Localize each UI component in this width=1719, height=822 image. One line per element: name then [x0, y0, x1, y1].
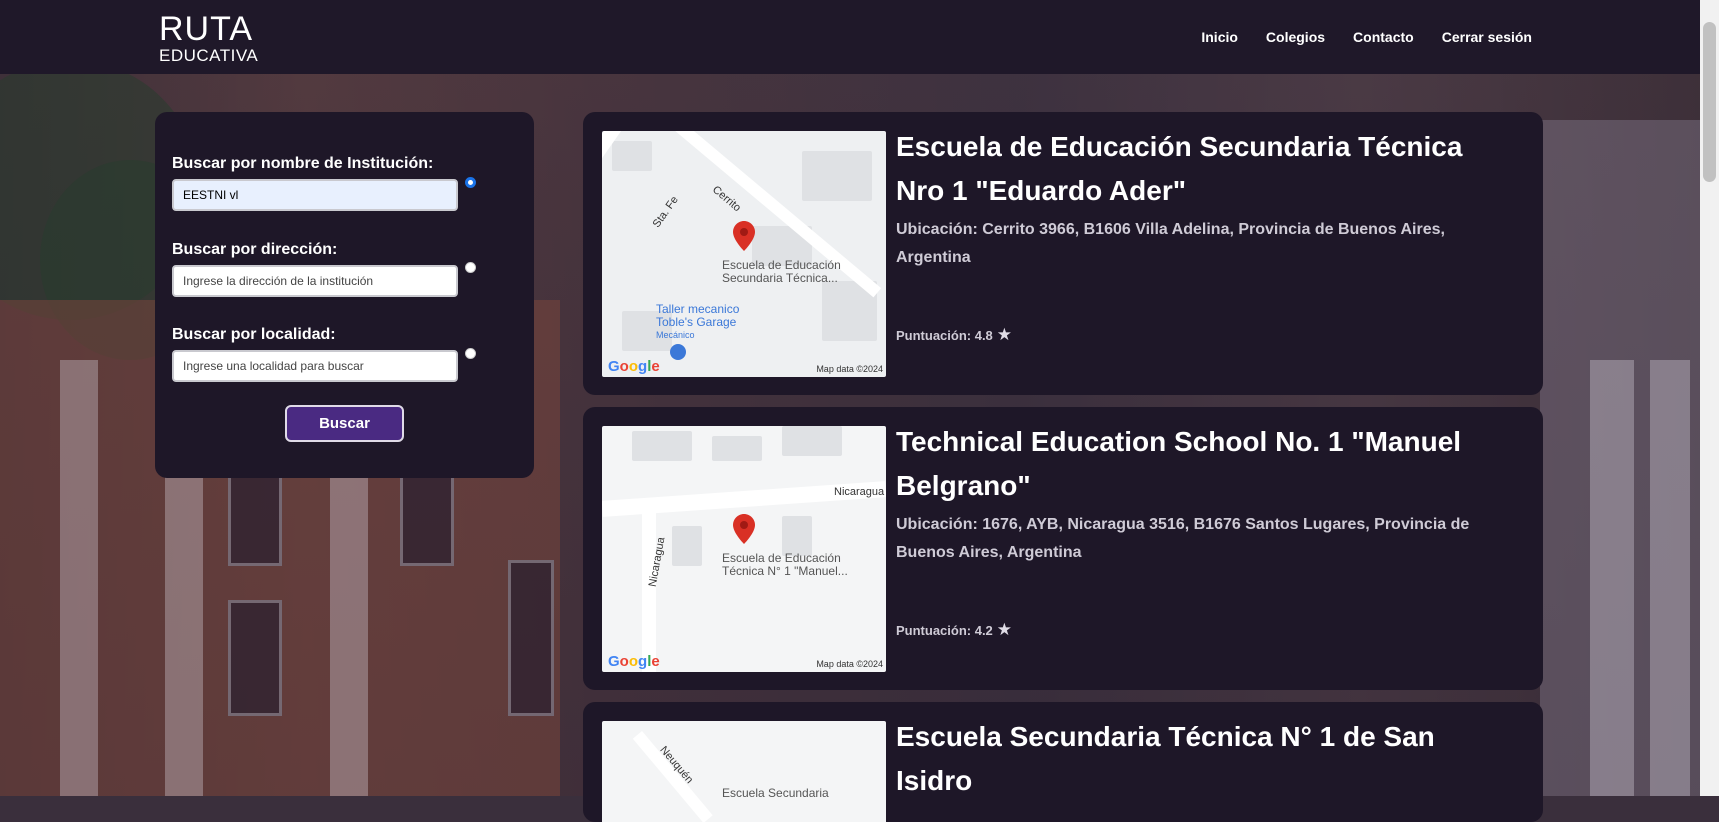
- address-search-radio[interactable]: [465, 262, 476, 273]
- result-card: Nicaragua Nicaragua Escuela de Educación…: [583, 407, 1543, 690]
- address-search-input[interactable]: [172, 265, 458, 297]
- result-score: Puntuación: 4.2 ★: [896, 620, 1013, 639]
- map-pin-icon: [733, 514, 755, 544]
- top-navbar: RUTA EDUCATIVA Inicio Colegios Contacto …: [0, 0, 1700, 74]
- name-search-input[interactable]: [172, 179, 458, 211]
- google-logo: Google: [608, 653, 660, 670]
- map-data-credit: Map data ©2024: [816, 659, 883, 669]
- result-score: Puntuación: 4.8 ★: [896, 325, 1013, 344]
- nav-inicio[interactable]: Inicio: [1201, 29, 1238, 45]
- result-card: Sta. Fe Cerrito Escuela de Educación Sec…: [583, 112, 1543, 395]
- locality-search-input[interactable]: [172, 350, 458, 382]
- locality-search-radio[interactable]: [465, 348, 476, 359]
- map-street-label: Nicaragua: [834, 486, 885, 498]
- mechanic-icon: [670, 344, 686, 360]
- result-address: Ubicación: 1676, AYB, Nicaragua 3516, B1…: [896, 516, 1470, 561]
- map-street-label: Sta. Fe: [650, 194, 681, 230]
- name-search-radio[interactable]: [465, 177, 476, 188]
- locality-search-label: Buscar por localidad:: [172, 326, 336, 343]
- page-scrollbar[interactable]: [1700, 0, 1719, 796]
- map-pin-icon: [733, 221, 755, 251]
- map-street-label: Cerrito: [710, 183, 744, 215]
- nav-cerrar-sesion[interactable]: Cerrar sesión: [1442, 29, 1532, 45]
- result-title[interactable]: Escuela Secundaria Técnica N° 1 de San I…: [896, 715, 1516, 803]
- star-icon: ★: [996, 620, 1013, 639]
- star-icon: ★: [996, 325, 1013, 344]
- search-panel: Buscar por nombre de Institución: Buscar…: [155, 112, 534, 478]
- map-pin-label: Escuela de Educación Técnica N° 1 "Manue…: [722, 551, 848, 578]
- brand-logo[interactable]: RUTA EDUCATIVA: [159, 12, 258, 64]
- map-pin-label: Escuela de Educación Secundaria Técnica.…: [722, 258, 841, 285]
- search-button[interactable]: Buscar: [285, 405, 404, 442]
- map-poi-label: Taller mecanico Toble's Garage Mecánico: [656, 302, 740, 341]
- name-search-label: Buscar por nombre de Institución:: [172, 155, 434, 172]
- map-thumbnail[interactable]: Sta. Fe Cerrito Escuela de Educación Sec…: [602, 131, 886, 377]
- result-title[interactable]: Technical Education School No. 1 "Manuel…: [896, 420, 1516, 508]
- google-logo: Google: [608, 358, 660, 375]
- address-search-label: Buscar por dirección:: [172, 241, 338, 258]
- brand-line1: RUTA: [159, 10, 254, 48]
- map-thumbnail[interactable]: Nicaragua Nicaragua Escuela de Educación…: [602, 426, 886, 672]
- brand-line2: EDUCATIVA: [159, 46, 259, 65]
- result-title[interactable]: Escuela de Educación Secundaria Técnica …: [896, 125, 1516, 213]
- map-pin-label: Escuela Secundaria: [722, 786, 829, 800]
- main-nav: Inicio Colegios Contacto Cerrar sesión: [1201, 0, 1700, 74]
- scrollbar-thumb[interactable]: [1703, 22, 1716, 182]
- map-thumbnail[interactable]: Neuquén Escuela Secundaria: [602, 721, 886, 822]
- nav-colegios[interactable]: Colegios: [1266, 29, 1325, 45]
- result-card: Neuquén Escuela Secundaria Escuela Secun…: [583, 702, 1543, 822]
- result-address: Ubicación: Cerrito 3966, B1606 Villa Ade…: [896, 221, 1445, 266]
- map-data-credit: Map data ©2024: [816, 364, 883, 374]
- nav-contacto[interactable]: Contacto: [1353, 29, 1414, 45]
